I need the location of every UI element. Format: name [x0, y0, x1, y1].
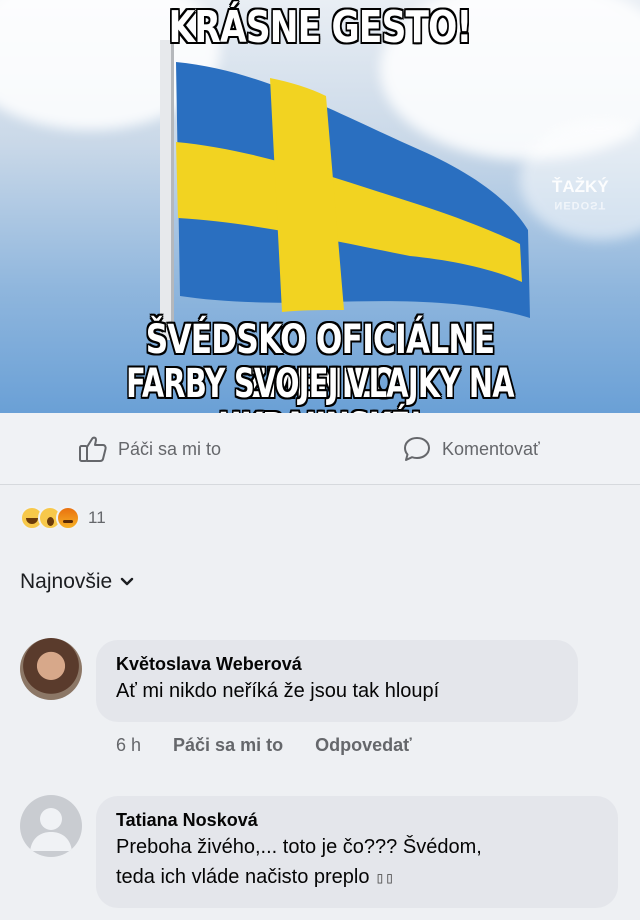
comment-sort-label: Najnovšie: [20, 570, 113, 593]
comment-bubble: Květoslava Weberová Ať mi nikdo neříká ž…: [96, 640, 578, 722]
meme-bottom-text-line2: FARBY SVOJEJ VLAJKY NA UKRAJINSKÉ!: [126, 361, 514, 413]
watermark-text: ŤAŽKÝ: [552, 177, 609, 196]
thumbs-up-icon: [79, 436, 107, 462]
reactions-summary[interactable]: 11: [20, 506, 106, 530]
avatar[interactable]: [20, 795, 82, 857]
comment-button[interactable]: Komentovať: [402, 435, 540, 463]
comment-bubble-icon: [404, 437, 430, 461]
comment-author[interactable]: Květoslava Weberová: [116, 652, 558, 676]
reaction-count: 11: [88, 508, 106, 527]
avatar[interactable]: [20, 638, 82, 700]
comment-like-button[interactable]: Páči sa mi to: [173, 735, 283, 756]
watermark-subtext: NEDOST: [554, 199, 607, 211]
meme-top-text: KRÁSNE GESTO!: [168, 2, 473, 53]
comment-author[interactable]: Tatiana Nosková: [116, 808, 598, 832]
like-button[interactable]: Páči sa mi to: [78, 435, 221, 463]
post-action-bar: Páči sa mi to Komentovať: [0, 413, 640, 485]
comment-button-label: Komentovať: [442, 438, 540, 459]
comment-text-line2: teda ich vláde načisto preplo ▯▯: [116, 862, 598, 893]
comment-sort-dropdown[interactable]: Najnovšie: [20, 570, 134, 594]
default-avatar-icon: [30, 808, 72, 851]
comment-text: Ať mi nikdo neříká že jsou tak hloupí: [116, 680, 440, 702]
like-button-label: Páči sa mi to: [118, 438, 222, 459]
chevron-down-icon: [121, 577, 134, 586]
post-image[interactable]: KRÁSNE GESTO! ŠVÉDSKO OFICIÁLNE ZMENILO …: [0, 0, 640, 413]
missing-glyph-icon: ▯▯: [375, 868, 395, 887]
comment-text-line1: Preboha živého,... toto je čo??? Švédom,: [116, 836, 482, 858]
comment-bubble: Tatiana Nosková Preboha živého,... toto …: [96, 796, 618, 908]
angry-icon: [56, 506, 80, 530]
watermark-logo: ŤAŽKÝ NEDOST: [552, 178, 609, 214]
comment-text-line2-content: teda ich vláde načisto preplo: [116, 866, 370, 888]
comment-meta: 6 h Páči sa mi to Odpovedať: [116, 735, 444, 756]
comment-timestamp[interactable]: 6 h: [116, 735, 141, 756]
comment-reply-button[interactable]: Odpovedať: [315, 735, 412, 756]
